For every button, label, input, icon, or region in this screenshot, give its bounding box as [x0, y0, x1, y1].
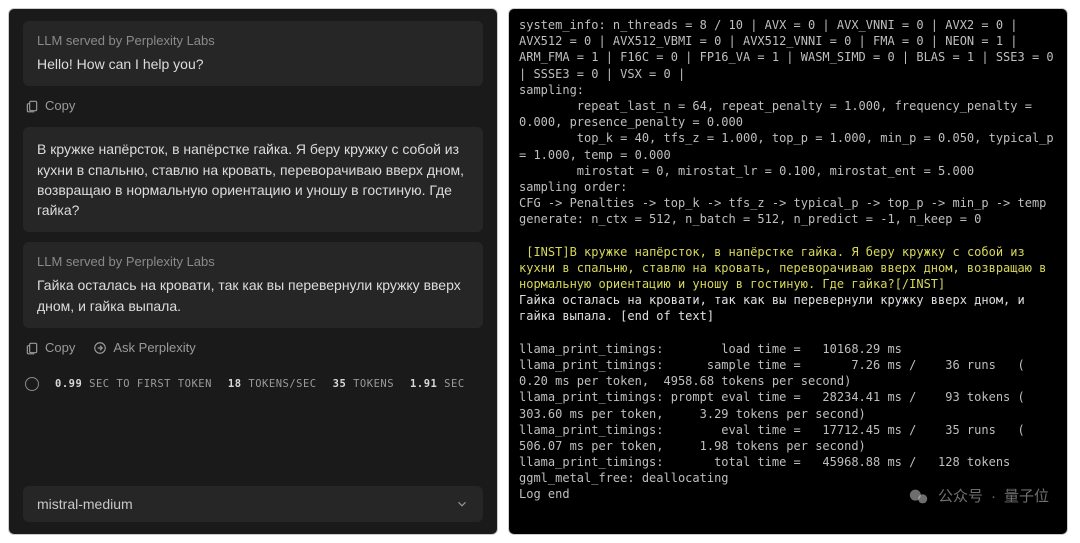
assistant-message-2: LLM served by Perplexity Labs Гайка оста… — [23, 242, 483, 328]
message-body: Гайка осталась на кровати, так как вы пе… — [37, 275, 469, 316]
inst-close-tag: [/INST] — [895, 277, 946, 291]
chat-panel: LLM served by Perplexity Labs Hello! How… — [8, 8, 498, 535]
stat-tokens: 35 TOKENS — [333, 378, 394, 390]
watermark-label-1: 公众号 — [938, 487, 983, 507]
terminal-response: Гайка осталась на кровати, так как вы пе… — [519, 293, 1032, 323]
message-source-label: LLM served by Perplexity Labs — [37, 33, 469, 48]
terminal-panel: system_info: n_threads = 8 / 10 | AVX = … — [508, 8, 1068, 535]
message-source-label: LLM served by Perplexity Labs — [37, 254, 469, 269]
message-actions-2: Copy Ask Perplexity — [25, 340, 483, 355]
timer-icon — [25, 377, 39, 391]
watermark: 公众号 · 量子位 — [908, 486, 1049, 508]
stats-bar: 0.99 SEC TO FIRST TOKEN 18 TOKENS/SEC 35… — [25, 377, 483, 391]
ask-perplexity-button[interactable]: Ask Perplexity — [93, 340, 195, 355]
stat-total: 1.91 SEC — [410, 378, 465, 390]
assistant-message-1: LLM served by Perplexity Labs Hello! How… — [23, 21, 483, 86]
inst-prompt-body: В кружке напёрсток, в напёрстке гайка. Я… — [519, 245, 1054, 291]
ask-label: Ask Perplexity — [113, 340, 195, 355]
terminal-timings: llama_print_timings: load time = 10168.2… — [519, 342, 1054, 502]
wechat-icon — [908, 486, 930, 508]
stat-ttft: 0.99 SEC TO FIRST TOKEN — [55, 378, 212, 390]
inst-open-tag: [INST] — [519, 245, 570, 259]
clipboard-icon — [25, 99, 39, 113]
message-body: В кружке напёрсток, в напёрстке гайка. Я… — [37, 139, 469, 220]
watermark-label-2: 量子位 — [1004, 487, 1049, 507]
model-name: mistral-medium — [37, 496, 133, 512]
stat-tps: 18 TOKENS/SEC — [228, 378, 317, 390]
copy-label: Copy — [45, 340, 75, 355]
terminal-system-info: system_info: n_threads = 8 / 10 | AVX = … — [519, 18, 1061, 226]
clipboard-icon — [25, 341, 39, 355]
arrow-out-icon — [93, 341, 107, 355]
message-body: Hello! How can I help you? — [37, 54, 469, 74]
chevron-down-icon — [455, 497, 469, 511]
model-selector[interactable]: mistral-medium — [23, 486, 483, 522]
copy-button[interactable]: Copy — [25, 98, 75, 113]
copy-label: Copy — [45, 98, 75, 113]
user-message: В кружке напёрсток, в напёрстке гайка. Я… — [23, 127, 483, 232]
copy-button[interactable]: Copy — [25, 340, 75, 355]
message-actions-1: Copy — [25, 98, 483, 113]
